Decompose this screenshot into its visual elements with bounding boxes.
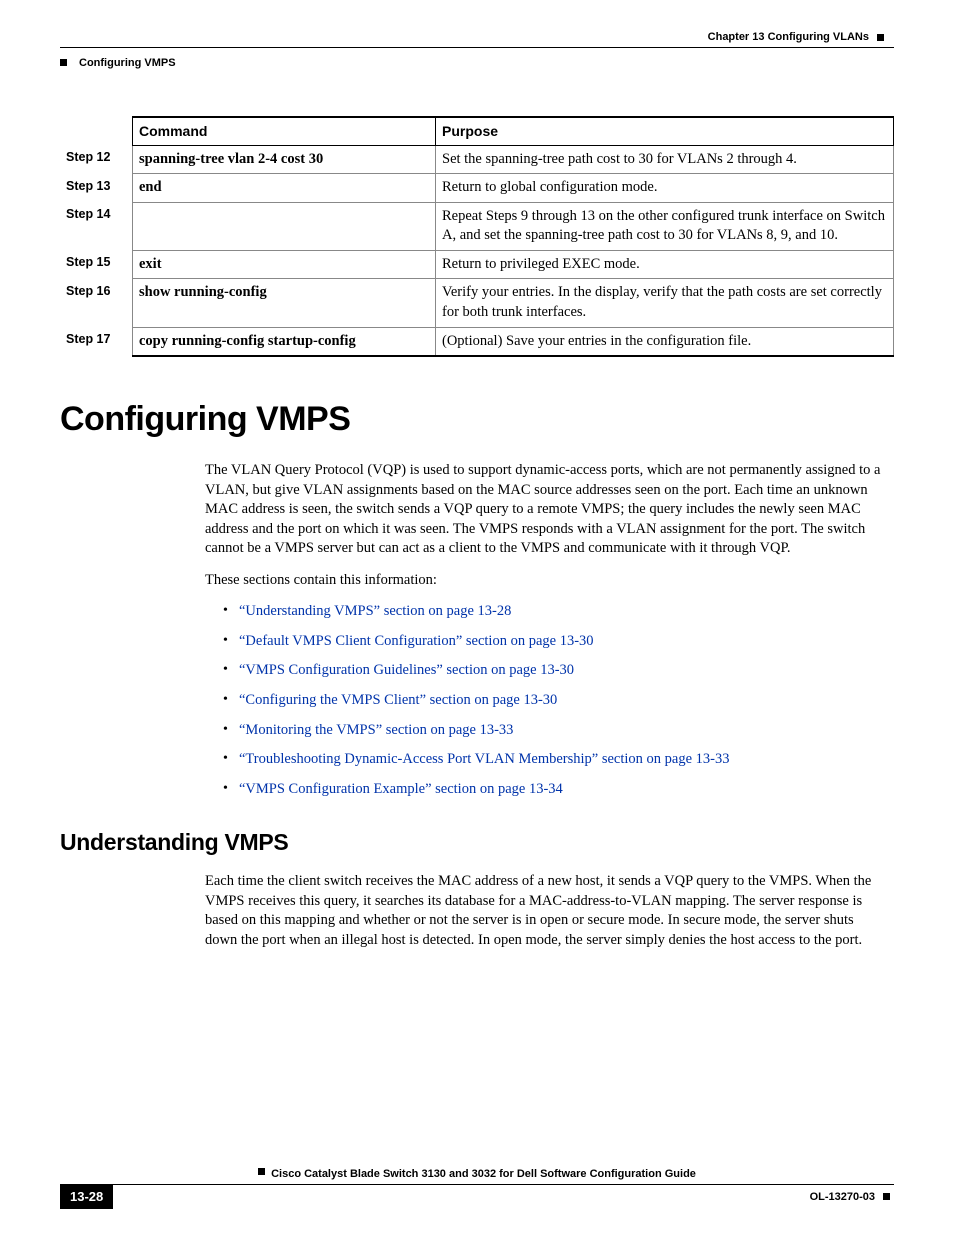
table-header-command: Command <box>133 117 436 145</box>
table-row: Step 16 show running-config Verify your … <box>60 279 894 327</box>
steps-table: Command Purpose Step 12 spanning-tree vl… <box>60 116 894 357</box>
footer-book-title: Cisco Catalyst Blade Switch 3130 and 303… <box>271 1168 696 1180</box>
table-row: Step 17 copy running-config startup-conf… <box>60 327 894 356</box>
intro-paragraph: The VLAN Query Protocol (VQP) is used to… <box>205 461 884 559</box>
link-vmps-config-example[interactable]: “VMPS Configuration Example” section on … <box>239 781 563 797</box>
table-header-purpose: Purpose <box>436 117 894 145</box>
header-chapter: Chapter 13 Configuring VLANs <box>60 30 894 45</box>
understanding-paragraph: Each time the client switch receives the… <box>205 872 884 950</box>
link-troubleshooting-dynamic[interactable]: “Troubleshooting Dynamic-Access Port VLA… <box>239 751 730 767</box>
doc-number: OL-13270-03 <box>810 1191 875 1203</box>
intro-list-lead: These sections contain this information: <box>205 571 884 591</box>
table-row: Step 12 spanning-tree vlan 2-4 cost 30 S… <box>60 145 894 174</box>
table-row: Step 13 end Return to global configurati… <box>60 174 894 203</box>
footer-square-icon <box>258 1168 265 1175</box>
sub-heading: Understanding VMPS <box>60 827 894 858</box>
link-default-vmps-config[interactable]: “Default VMPS Client Configuration” sect… <box>239 633 594 649</box>
link-vmps-guidelines[interactable]: “VMPS Configuration Guidelines” section … <box>239 662 574 678</box>
section-links-list: “Understanding VMPS” section on page 13-… <box>205 602 884 799</box>
link-configuring-vmps-client[interactable]: “Configuring the VMPS Client” section on… <box>239 692 557 708</box>
link-understanding-vmps[interactable]: “Understanding VMPS” section on page 13-… <box>239 603 511 619</box>
page-number: 13-28 <box>60 1185 113 1209</box>
table-row: Step 15 exit Return to privileged EXEC m… <box>60 250 894 279</box>
table-row: Step 14 Repeat Steps 9 through 13 on the… <box>60 202 894 250</box>
header-section: Configuring VMPS <box>60 56 894 71</box>
header-square-icon <box>877 34 884 41</box>
header-square-icon <box>60 59 67 66</box>
main-heading: Configuring VMPS <box>60 397 894 443</box>
page-footer: Cisco Catalyst Blade Switch 3130 and 303… <box>60 1167 894 1209</box>
link-monitoring-vmps[interactable]: “Monitoring the VMPS” section on page 13… <box>239 722 513 738</box>
footer-square-icon <box>883 1193 890 1200</box>
